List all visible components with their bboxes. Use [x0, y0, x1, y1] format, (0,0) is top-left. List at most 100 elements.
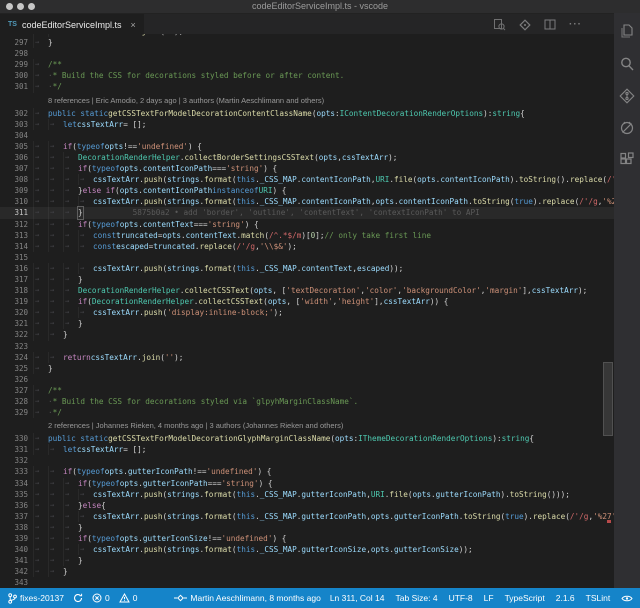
warnings-item[interactable]: 0 [119, 593, 138, 603]
code-line-298[interactable]: 298 [0, 48, 614, 59]
code-line-320[interactable]: 320→→→→cssTextArr.push('display:inline-b… [0, 307, 614, 318]
line-number: 308 [0, 174, 33, 185]
git-branch-item[interactable]: fixes-20137 [8, 593, 64, 604]
search-icon[interactable] [618, 55, 636, 73]
code-line-329[interactable]: 329→·*/ [0, 407, 614, 418]
tab-whitespace-arrow: → [33, 219, 48, 230]
tab-whitespace-arrow: → [78, 174, 93, 185]
code-line-319[interactable]: 319→→→if (DecorationRenderHelper.collect… [0, 296, 614, 307]
minimize-window-button[interactable] [17, 3, 24, 10]
line-number: 317 [0, 274, 33, 285]
git-sync-button[interactable] [73, 593, 83, 603]
code-line-313[interactable]: 313→→→→const truncated = opts.contentTex… [0, 230, 614, 241]
tab-whitespace-arrow: → [63, 174, 78, 185]
errors-count: 0 [105, 593, 110, 603]
code-line-336[interactable]: 336→→→} else { [0, 500, 614, 511]
line-number: 320 [0, 307, 33, 318]
close-window-button[interactable] [6, 3, 13, 10]
code-line-297[interactable]: 297→} [0, 37, 614, 48]
code-line-308[interactable]: 308→→→→cssTextArr.push(strings.format(th… [0, 174, 614, 185]
tab-whitespace-arrow: → [48, 285, 63, 296]
split-editor-icon[interactable] [544, 19, 556, 30]
code-line-330[interactable]: 330→public static getCSSTextForModelDeco… [0, 433, 614, 444]
code-line-311[interactable]: 311→→→}5875b0a2 • add 'border', 'outline… [0, 207, 614, 218]
editor[interactable]: 296→→return cssTextArr.join('');297→}298… [0, 34, 614, 588]
code-line-310[interactable]: 310→→→→cssTextArr.push(strings.format(th… [0, 196, 614, 207]
open-changes-icon[interactable] [519, 19, 531, 31]
source-control-icon[interactable] [618, 87, 636, 105]
tab-whitespace-arrow: → [63, 544, 78, 555]
encoding-item[interactable]: UTF-8 [449, 593, 473, 603]
tab-whitespace-arrow: → [33, 396, 48, 407]
code-line-341[interactable]: 341→→→} [0, 555, 614, 566]
code-line-299[interactable]: 299→/** [0, 59, 614, 70]
tab-whitespace-arrow: → [33, 119, 48, 130]
code-line-331[interactable]: 331→→let cssTextArr = []; [0, 444, 614, 455]
line-number: 343 [0, 577, 33, 588]
tslint-item[interactable]: TSLint [586, 593, 611, 603]
open-preview-icon[interactable] [493, 18, 506, 31]
code-line-321[interactable]: 321→→→} [0, 318, 614, 329]
tab-whitespace-arrow: → [33, 555, 48, 566]
code-line-334[interactable]: 334→→→if (typeof opts.gutterIconPath ===… [0, 478, 614, 489]
editor-toolbar: ··· [493, 14, 582, 35]
code-line-303[interactable]: 303→→let cssTextArr = []; [0, 119, 614, 130]
code-line-333[interactable]: 333→→if (typeof opts.gutterIconPath !== … [0, 466, 614, 477]
errors-item[interactable]: 0 [92, 593, 110, 603]
zoom-window-button[interactable] [28, 3, 35, 10]
blame-item[interactable]: Martin Aeschlimann, 8 months ago [174, 593, 320, 603]
language-item[interactable]: TypeScript [505, 593, 545, 603]
line-number: 326 [0, 374, 33, 385]
tab-whitespace-arrow: → [63, 318, 78, 329]
code-line-337[interactable]: 337→→→→cssTextArr.push(strings.format(th… [0, 511, 614, 522]
code-line-342[interactable]: 342→→} [0, 566, 614, 577]
codelens[interactable]: 2 references | Johannes Rieken, 4 months… [0, 418, 614, 433]
tab-size-item[interactable]: Tab Size: 4 [396, 593, 438, 603]
code-line-306[interactable]: 306→→→DecorationRenderHelper.collectBord… [0, 152, 614, 163]
code-line-316[interactable]: 316→→→→cssTextArr.push(strings.format(th… [0, 263, 614, 274]
tab-codeEditorServiceImpl[interactable]: TS codeEditorServiceImpl.ts × [0, 14, 144, 35]
extensions-icon[interactable] [618, 151, 636, 169]
code-line-317[interactable]: 317→→→} [0, 274, 614, 285]
line-number: 305 [0, 141, 33, 152]
code-line-343[interactable]: 343 [0, 577, 614, 588]
code-line-324[interactable]: 324→→return cssTextArr.join(''); [0, 352, 614, 363]
code-line-300[interactable]: 300→·* Build the CSS for decorations sty… [0, 70, 614, 81]
code-line-323[interactable]: 323 [0, 341, 614, 352]
codelens[interactable]: 8 references | Eric Amodio, 2 days ago |… [0, 93, 614, 108]
eye-icon[interactable] [621, 594, 633, 603]
code-line-315[interactable]: 315 [0, 252, 614, 263]
code-line-338[interactable]: 338→→→} [0, 522, 614, 533]
code-line-318[interactable]: 318→→→DecorationRenderHelper.collectCSST… [0, 285, 614, 296]
close-tab-icon[interactable]: × [131, 20, 136, 30]
code-line-326[interactable]: 326 [0, 374, 614, 385]
code-line-312[interactable]: 312→→→if (typeof opts.contentText === 's… [0, 219, 614, 230]
explorer-icon[interactable] [618, 23, 636, 41]
more-actions-icon[interactable]: ··· [569, 20, 582, 30]
eol-item[interactable]: LF [484, 593, 494, 603]
typescript-version-item[interactable]: 2.1.6 [556, 593, 575, 603]
tab-whitespace-arrow: → [33, 163, 48, 174]
line-col-item[interactable]: Ln 311, Col 14 [330, 593, 385, 603]
code-line-309[interactable]: 309→→→} else if (opts.contentIconPath in… [0, 185, 614, 196]
debug-icon[interactable] [618, 119, 636, 137]
tab-whitespace-arrow: → [78, 544, 93, 555]
code-line-314[interactable]: 314→→→→const escaped = truncated.replace… [0, 241, 614, 252]
code-line-339[interactable]: 339→→→if (typeof opts.gutterIconSize !==… [0, 533, 614, 544]
tab-whitespace-arrow: → [48, 152, 63, 163]
code-line-301[interactable]: 301→·*/ [0, 81, 614, 92]
code-line-305[interactable]: 305→→if (typeof opts !== 'undefined') { [0, 141, 614, 152]
code-line-325[interactable]: 325→} [0, 363, 614, 374]
code-line-335[interactable]: 335→→→→cssTextArr.push(strings.format(th… [0, 489, 614, 500]
line-number: 314 [0, 241, 33, 252]
code-line-307[interactable]: 307→→→if (typeof opts.contentIconPath ==… [0, 163, 614, 174]
code-line-327[interactable]: 327→/** [0, 385, 614, 396]
code-line-328[interactable]: 328→·* Build the CSS for decorations sty… [0, 396, 614, 407]
scrollbar-thumb[interactable] [603, 362, 613, 436]
line-number: 327 [0, 385, 33, 396]
code-line-332[interactable]: 332 [0, 455, 614, 466]
code-line-340[interactable]: 340→→→→cssTextArr.push(strings.format(th… [0, 544, 614, 555]
code-line-322[interactable]: 322→→} [0, 329, 614, 340]
code-line-302[interactable]: 302→public static getCSSTextForModelDeco… [0, 108, 614, 119]
code-line-304[interactable]: 304 [0, 130, 614, 141]
